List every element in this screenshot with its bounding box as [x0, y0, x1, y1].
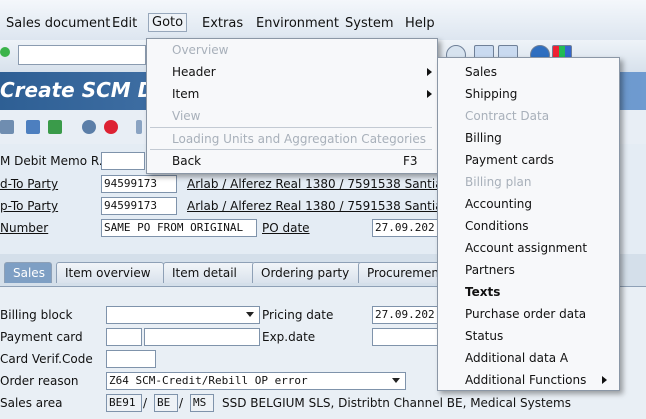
- submenu-item-status[interactable]: Status: [465, 329, 503, 343]
- menu-goto[interactable]: Goto: [148, 13, 188, 32]
- pricing-date-label: Pricing date: [262, 308, 334, 322]
- billing-block-label: Billing block: [0, 308, 73, 322]
- submenu-item-billing-plan: Billing plan: [465, 175, 532, 189]
- submenu-item-contract-data: Contract Data: [465, 109, 550, 123]
- card-verif-field[interactable]: [106, 350, 156, 368]
- pricing-date-field[interactable]: 27.09.202: [372, 306, 440, 324]
- billing-block-select[interactable]: [106, 306, 260, 324]
- debit-memo-field[interactable]: [101, 152, 145, 170]
- po-number-field[interactable]: SAME PO FROM ORIGINAL: [101, 219, 257, 237]
- dist-channel-field[interactable]: BE: [154, 394, 178, 412]
- submenu-item-texts[interactable]: Texts: [465, 285, 500, 299]
- submenu-item-additional-functions[interactable]: Additional Functions: [465, 373, 586, 387]
- tab-ordering-party[interactable]: Ordering party: [252, 262, 362, 283]
- ship-to-label: p-To Party: [0, 199, 59, 213]
- exp-date-field[interactable]: [372, 328, 440, 346]
- submenu-item-partners[interactable]: Partners: [465, 263, 515, 277]
- tab-item-detail[interactable]: Item detail: [163, 262, 255, 283]
- submenu-item-payment-cards[interactable]: Payment cards: [465, 153, 554, 167]
- submenu-item-purchase-order-data[interactable]: Purchase order data: [465, 307, 586, 321]
- menu-edit[interactable]: Edit: [112, 16, 137, 31]
- delete-icon[interactable]: [104, 120, 118, 134]
- more-icon[interactable]: [136, 120, 142, 134]
- sales-area-label: Sales area: [0, 396, 63, 410]
- order-reason-label: Order reason: [0, 374, 79, 388]
- chevron-down-icon[interactable]: [392, 378, 400, 383]
- menu-item-back[interactable]: Back: [172, 154, 201, 168]
- menu-sales-document[interactable]: Sales document: [6, 16, 110, 31]
- menu-separator: [150, 149, 432, 150]
- sold-to-description: Arlab / Alferez Real 1380 / 7591538 Sant…: [187, 177, 458, 191]
- card-verif-label: Card Verif.Code: [0, 352, 93, 366]
- submenu-item-conditions[interactable]: Conditions: [465, 219, 529, 233]
- submenu-item-shipping[interactable]: Shipping: [465, 87, 517, 101]
- payment-card-label: Payment card: [0, 330, 83, 344]
- submenu-item-accounting[interactable]: Accounting: [465, 197, 532, 211]
- submenu-arrow-icon: [602, 376, 607, 384]
- payment-card-type-field[interactable]: [106, 328, 142, 346]
- submenu-item-sales[interactable]: Sales: [465, 65, 497, 79]
- enter-icon[interactable]: [0, 47, 10, 57]
- menu-system[interactable]: System: [345, 16, 393, 31]
- command-field[interactable]: [18, 45, 146, 65]
- menu-help[interactable]: Help: [405, 16, 435, 31]
- po-number-label: Number: [0, 221, 49, 235]
- tab-item-overview[interactable]: Item overview: [56, 262, 164, 283]
- document-flow-icon[interactable]: [26, 120, 40, 134]
- separator-slash: /: [179, 396, 184, 410]
- submenu-item-account-assignment[interactable]: Account assignment: [465, 241, 587, 255]
- exp-date-label: Exp.date: [262, 330, 316, 344]
- payment-card-number-field[interactable]: [144, 328, 260, 346]
- sales-org-field[interactable]: BE91: [106, 394, 142, 412]
- partner-icon[interactable]: [48, 120, 62, 134]
- po-date-label: PO date: [262, 221, 310, 235]
- ship-to-description: Arlab / Alferez Real 1380 / 7591538 Sant…: [187, 199, 458, 213]
- order-reason-select[interactable]: Z64 SCM-Credit/Rebill OP error: [106, 372, 406, 390]
- menu-item-header[interactable]: Header: [172, 65, 216, 79]
- menu-extras[interactable]: Extras: [202, 16, 243, 31]
- sold-to-label: d-To Party: [0, 177, 59, 191]
- submenu-item-additional-data-a[interactable]: Additional data A: [465, 351, 568, 365]
- menu-item-view: View: [172, 109, 201, 123]
- menu-environment[interactable]: Environment: [256, 16, 339, 31]
- ship-to-field[interactable]: 94599173: [101, 197, 177, 215]
- display-icon[interactable]: [0, 120, 14, 134]
- menu-separator: [150, 127, 432, 128]
- po-date-field[interactable]: 27.09.202: [372, 219, 440, 237]
- menu-item-overview: Overview: [172, 43, 229, 57]
- chevron-down-icon[interactable]: [246, 312, 254, 317]
- status-icon[interactable]: [82, 120, 96, 134]
- menu-item-item[interactable]: Item: [172, 87, 199, 101]
- sold-to-field[interactable]: 94599173: [101, 175, 177, 193]
- submenu-item-billing[interactable]: Billing: [465, 131, 502, 145]
- sales-area-description: SSD BELGIUM SLS, Distribtn Channel BE, M…: [222, 396, 571, 410]
- back-shortcut: F3: [403, 154, 418, 168]
- debit-memo-label: M Debit Memo R...: [0, 154, 111, 168]
- tab-sales[interactable]: Sales: [4, 262, 52, 283]
- separator-slash: /: [143, 396, 148, 410]
- submenu-arrow-icon: [427, 90, 432, 98]
- menu-item-loading-units: Loading Units and Aggregation Categories: [172, 132, 426, 146]
- submenu-arrow-icon: [427, 68, 432, 76]
- division-field[interactable]: MS: [190, 394, 214, 412]
